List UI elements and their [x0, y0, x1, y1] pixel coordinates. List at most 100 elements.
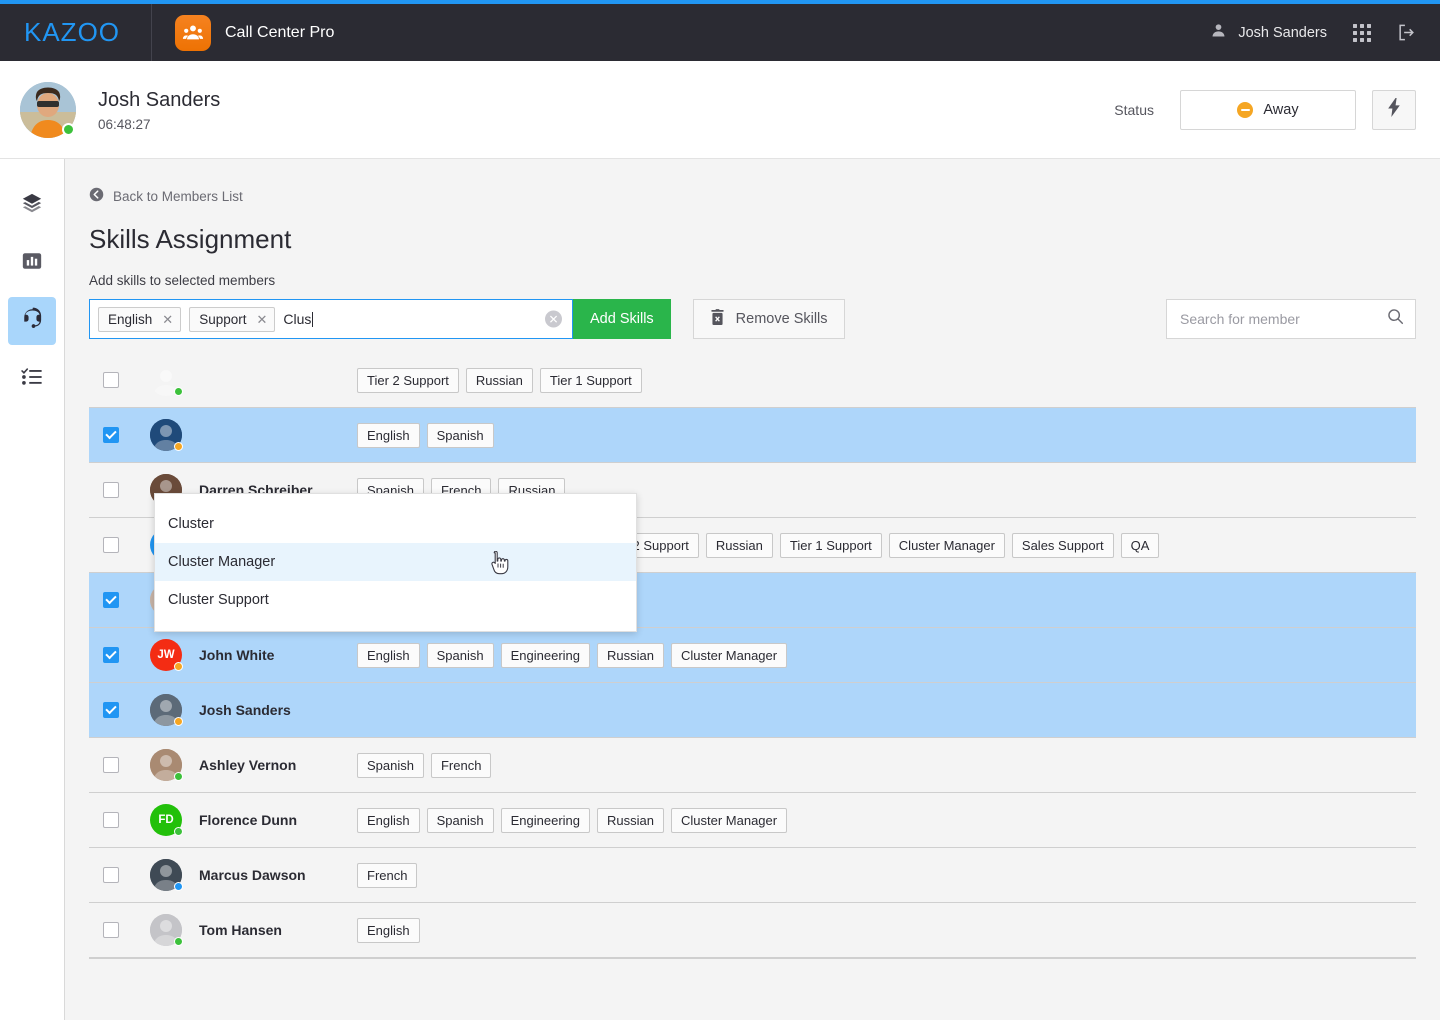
row-checkbox[interactable] — [103, 757, 119, 773]
skill-tag[interactable]: English — [357, 422, 420, 448]
skill-tag[interactable]: Spanish — [357, 752, 424, 778]
skill-tag[interactable]: French — [430, 752, 492, 778]
search-input[interactable] — [1166, 299, 1416, 339]
table-row[interactable]: Ashley Vernon Spanish French — [89, 738, 1416, 793]
remove-token-icon[interactable]: ✕ — [256, 313, 267, 326]
back-to-members-list-link[interactable]: Back to Members List — [89, 187, 243, 205]
add-skills-instruction: Add skills to selected members — [89, 273, 276, 288]
user-identity: Josh Sanders 06:48:27 — [98, 87, 220, 132]
row-checkbox[interactable] — [103, 922, 119, 938]
table-row[interactable]: Josh Sanders — [89, 683, 1416, 738]
typed-text: Clus — [283, 311, 312, 327]
remove-skills-label: Remove Skills — [735, 311, 828, 327]
presence-indicator — [174, 937, 183, 946]
logout-icon[interactable] — [1397, 23, 1416, 42]
skill-tag[interactable]: Tier 2 Support — [357, 367, 459, 393]
avatar — [150, 364, 183, 396]
skill-tag[interactable]: Engineering — [500, 642, 591, 668]
back-arrow-icon — [89, 187, 104, 205]
dropdown-option[interactable]: Cluster — [155, 505, 636, 543]
table-row[interactable]: FD Florence Dunn English Spanish Engineering… — [89, 793, 1416, 848]
dropdown-option-label: Cluster Manager — [168, 554, 276, 570]
table-row[interactable]: English Spanish — [89, 408, 1416, 463]
skill-tag[interactable]: Spanish — [426, 642, 494, 668]
presence-indicator — [174, 882, 183, 891]
row-checkbox[interactable] — [103, 427, 119, 443]
avatar — [150, 419, 183, 451]
skill-tag-list: English Spanish — [357, 422, 494, 448]
skill-tag[interactable]: Engineering — [500, 807, 591, 833]
skill-tag[interactable]: Russian — [705, 532, 773, 558]
skill-tag[interactable]: Russian — [465, 367, 533, 393]
presence-indicator — [174, 717, 183, 726]
skill-token-label: English — [108, 311, 153, 327]
presence-indicator — [174, 662, 183, 671]
sidebar-item-call-center[interactable] — [8, 297, 56, 345]
table-row[interactable]: Tom Hansen English — [89, 903, 1416, 958]
top-navigation-bar: KAZOO Call Center Pro Josh Sanders — [0, 4, 1440, 61]
skill-tag[interactable]: Russian — [597, 642, 664, 668]
brand-zone[interactable]: KAZOO — [0, 4, 152, 61]
table-row[interactable]: JW John White English Spanish Engineering Rus… — [89, 628, 1416, 683]
table-row[interactable]: Marcus Dawson French — [89, 848, 1416, 903]
skill-tag[interactable]: Russian — [597, 807, 664, 833]
app-zone[interactable]: Call Center Pro — [152, 14, 335, 51]
skill-tag-list: English Spanish Engineering Russian Cluster … — [357, 807, 788, 833]
members-table: Tier 2 Support Russian Tier 1 Support Engli… — [89, 353, 1416, 958]
skill-tag[interactable]: Cluster Manager — [670, 642, 788, 668]
quick-actions-button[interactable] — [1372, 89, 1416, 130]
row-checkbox[interactable] — [103, 592, 119, 608]
row-checkbox[interactable] — [103, 372, 119, 388]
away-status-icon — [1237, 101, 1254, 118]
row-checkbox[interactable] — [103, 702, 119, 718]
skills-controls-row: English ✕ Support ✕ Clus ✕ Add Skills Re… — [89, 299, 1416, 339]
topnav-user-menu[interactable]: Josh Sanders — [1210, 22, 1327, 43]
remove-token-icon[interactable]: ✕ — [162, 313, 173, 326]
skill-tag[interactable]: Sales Support — [1011, 532, 1114, 558]
skill-tag[interactable]: Cluster Manager — [670, 807, 788, 833]
status-controls: Status Away — [1114, 89, 1416, 130]
skill-tag[interactable]: Cluster Manager — [888, 532, 1005, 558]
member-name: Marcus Dawson — [199, 867, 306, 883]
skill-tag[interactable]: QA — [1120, 532, 1160, 558]
sidebar-item-reports[interactable] — [8, 239, 56, 287]
dropdown-option[interactable]: Cluster Manager — [155, 543, 636, 581]
app-title: Call Center Pro — [225, 23, 335, 41]
row-checkbox[interactable] — [103, 867, 119, 883]
sidebar-item-queues[interactable] — [8, 355, 56, 403]
skill-tag[interactable]: Tier 1 Support — [539, 367, 642, 393]
skill-tag[interactable]: Spanish — [426, 807, 494, 833]
status-selector[interactable]: Away — [1180, 89, 1356, 130]
top-nav-right-group: Josh Sanders — [1210, 22, 1440, 43]
apps-grid-icon[interactable] — [1353, 23, 1371, 42]
skill-tag[interactable]: French — [357, 862, 418, 888]
skill-tag-list: Tier 2 Support Russian Tier 1 Support — [357, 367, 642, 393]
dropdown-option[interactable]: Cluster Support — [155, 581, 636, 619]
add-skills-button[interactable]: Add Skills — [573, 299, 671, 339]
skill-token[interactable]: English ✕ — [98, 306, 182, 332]
sidebar-item-layers[interactable] — [8, 181, 56, 229]
remove-skills-button[interactable]: Remove Skills — [692, 299, 845, 339]
table-row[interactable]: Tier 2 Support Russian Tier 1 Support — [89, 353, 1416, 408]
skills-autocomplete-dropdown[interactable]: Cluster Cluster Manager Cluster Support — [154, 493, 637, 632]
skill-tag[interactable]: English — [357, 642, 420, 668]
layers-icon — [21, 192, 43, 219]
skill-tag[interactable]: English — [357, 917, 420, 943]
status-label: Status — [1114, 101, 1154, 118]
member-name: Florence Dunn — [199, 812, 298, 828]
clear-circle-icon[interactable]: ✕ — [545, 310, 562, 328]
current-user-avatar[interactable] — [20, 81, 76, 138]
row-checkbox[interactable] — [103, 812, 119, 828]
skill-tag[interactable]: English — [357, 807, 420, 833]
row-checkbox[interactable] — [103, 647, 119, 663]
user-status-bar: Josh Sanders 06:48:27 Status Away — [0, 61, 1440, 159]
skill-tag[interactable]: Tier 1 Support — [779, 532, 882, 558]
table-bottom-divider — [89, 958, 1416, 959]
skill-token[interactable]: Support ✕ — [189, 306, 276, 332]
row-checkbox[interactable] — [103, 482, 119, 498]
row-checkbox[interactable] — [103, 537, 119, 553]
member-name: Josh Sanders — [199, 702, 291, 718]
skills-token-input[interactable]: English ✕ Support ✕ Clus ✕ — [89, 299, 573, 339]
skill-tag[interactable]: Spanish — [426, 422, 494, 448]
kazoo-logo: KAZOO — [24, 17, 121, 47]
